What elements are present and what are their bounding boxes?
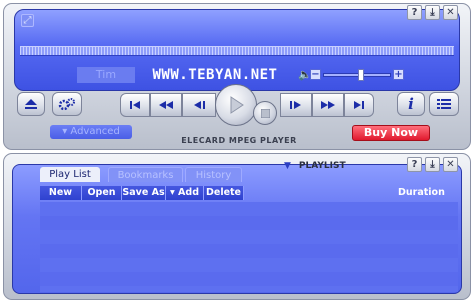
- volume-slider[interactable]: [323, 69, 391, 81]
- step-back-icon: [194, 101, 205, 109]
- playlist-close-button[interactable]: ✕: [443, 157, 458, 172]
- duration-column-header[interactable]: Duration: [398, 186, 445, 200]
- volume-down-button[interactable]: −: [310, 69, 321, 80]
- rewind-button[interactable]: [150, 93, 182, 117]
- step-back-button[interactable]: [182, 93, 216, 117]
- volume-up-button[interactable]: +: [393, 69, 404, 80]
- playlist-window: Play List Bookmarks History New Open Sav…: [3, 153, 471, 300]
- new-button[interactable]: New: [40, 186, 82, 200]
- next-track-button[interactable]: [344, 93, 374, 117]
- playlist-title: PLAYLIST: [298, 161, 346, 171]
- skip-back-icon: [130, 101, 140, 109]
- list-icon: [437, 99, 451, 109]
- tab-history[interactable]: History: [185, 167, 242, 182]
- gears-icon: [58, 98, 75, 111]
- add-button[interactable]: ▾ Add: [166, 186, 204, 200]
- rewind-icon: [159, 101, 173, 109]
- settings-button[interactable]: [52, 92, 82, 116]
- playlist-toolbar: New Open Save As ▾ Add Delete: [40, 186, 244, 200]
- delete-button[interactable]: Delete: [204, 186, 244, 200]
- tab-play-list[interactable]: Play List: [40, 167, 100, 182]
- tab-bookmarks[interactable]: Bookmarks: [108, 167, 183, 182]
- playlist-toggle-button[interactable]: [429, 92, 459, 116]
- playlist-help-button[interactable]: ?: [407, 157, 422, 172]
- buy-now-button[interactable]: Buy Now: [352, 125, 430, 141]
- advanced-toggle[interactable]: ▾ Advanced: [50, 125, 132, 139]
- collapse-arrow-icon[interactable]: ▼: [284, 161, 291, 171]
- volume-slider-thumb[interactable]: [358, 69, 364, 81]
- volume-control[interactable]: 🔈 − +: [298, 67, 408, 83]
- seek-bar[interactable]: [20, 46, 454, 56]
- stop-icon: [260, 108, 270, 118]
- playlist-panel: Play List Bookmarks History New Open Sav…: [12, 164, 462, 294]
- step-forward-icon: [290, 101, 301, 109]
- eject-icon: [25, 99, 37, 109]
- play-button[interactable]: [215, 84, 257, 126]
- brand-label: ELECARD MPEG PLAYER: [181, 136, 297, 145]
- help-button[interactable]: ?: [407, 5, 422, 20]
- open-button[interactable]: Open: [82, 186, 122, 200]
- save-as-button[interactable]: Save As: [122, 186, 166, 200]
- close-button[interactable]: ✕: [443, 5, 458, 20]
- info-button[interactable]: i: [397, 92, 425, 116]
- previous-track-button[interactable]: [120, 93, 150, 117]
- step-forward-button[interactable]: [280, 93, 312, 117]
- playlist-minimize-button[interactable]: ⤓: [425, 157, 440, 172]
- fast-forward-button[interactable]: [312, 93, 344, 117]
- skip-forward-icon: [354, 101, 364, 109]
- player-display: ⤢ Tim WWW.TEBYAN.NET 🔈 − +: [14, 9, 460, 91]
- app-menu-icon[interactable]: ⤢: [21, 14, 34, 27]
- player-window: ⤢ Tim WWW.TEBYAN.NET 🔈 − + ? ⤓ ✕ i ▾ Adv…: [3, 3, 471, 150]
- playlist-items[interactable]: [40, 202, 458, 292]
- play-icon: [230, 96, 244, 114]
- minimize-button[interactable]: ⤓: [425, 5, 440, 20]
- now-playing-title: WWW.TEBYAN.NET: [152, 67, 278, 83]
- playlist-header: ▼ PLAYLIST: [284, 159, 346, 173]
- speaker-icon[interactable]: 🔈: [298, 68, 312, 81]
- time-display: Tim: [77, 67, 135, 83]
- stop-button[interactable]: [253, 101, 277, 125]
- fast-forward-icon: [321, 101, 335, 109]
- eject-button[interactable]: [17, 92, 45, 116]
